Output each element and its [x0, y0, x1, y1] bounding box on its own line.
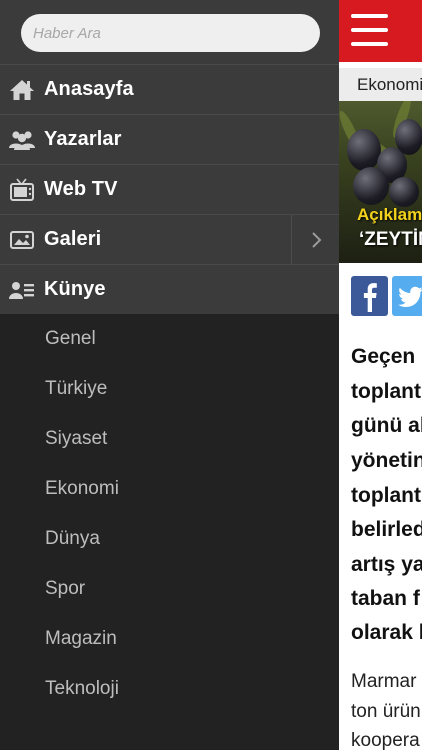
submenu-item-genel[interactable]: Genel	[0, 314, 339, 364]
headline-line: belirled	[351, 518, 422, 541]
submenu-item-label: Teknoloji	[45, 678, 119, 699]
twitter-icon	[398, 286, 422, 307]
submenu-item-siyaset[interactable]: Siyaset	[0, 414, 339, 464]
navigation-drawer: Anasayfa Yazarlar Web TV Galeri Künye Ge…	[0, 0, 339, 750]
facebook-icon	[363, 283, 377, 312]
home-icon	[0, 78, 44, 102]
search-bar	[0, 0, 339, 64]
submenu-item-magazin[interactable]: Magazin	[0, 614, 339, 664]
expand-galeri-button[interactable]	[291, 215, 339, 264]
submenu-item-turkiye[interactable]: Türkiye	[0, 364, 339, 414]
submenu-item-label: Dünya	[45, 528, 100, 549]
app-header	[339, 0, 422, 62]
menu-item-web-tv[interactable]: Web TV	[0, 164, 339, 214]
hero-caption-1: Açıklam	[357, 205, 422, 224]
headline-line: Geçen h	[351, 345, 422, 368]
menu-item-galeri[interactable]: Galeri	[0, 214, 339, 264]
category-bar[interactable]: Ekonomi	[339, 68, 422, 102]
hamburger-menu-icon[interactable]	[351, 14, 388, 46]
menu-item-kunye[interactable]: Künye	[0, 264, 339, 314]
body-line: Marmar	[351, 671, 417, 692]
article-content: Ekonomi Açıklam ‘ZEYTİN Geçen h toplant …	[339, 0, 422, 750]
menu-item-yazarlar[interactable]: Yazarlar	[0, 114, 339, 164]
submenu-item-label: Spor	[45, 578, 86, 599]
headline-line: yönetin	[351, 449, 422, 472]
headline-line: toplant	[351, 380, 421, 403]
search-input[interactable]	[21, 14, 320, 52]
headline-line: toplant	[351, 484, 421, 507]
headline-line: olarak b	[351, 621, 422, 644]
submenu-item-dunya[interactable]: Dünya	[0, 514, 339, 564]
submenu-item-label: Türkiye	[45, 378, 108, 399]
hero-caption-2: ‘ZEYTİN	[359, 229, 422, 250]
menu-item-label: Yazarlar	[44, 128, 122, 150]
contact-card-icon	[0, 279, 44, 301]
submenu-item-label: Magazin	[45, 628, 117, 649]
article-hero-image[interactable]: Açıklam ‘ZEYTİN	[339, 101, 422, 263]
gallery-icon	[0, 229, 44, 251]
category-label: Ekonomi	[357, 75, 422, 94]
facebook-share-button[interactable]	[351, 276, 388, 316]
headline-line: günü al	[351, 414, 422, 437]
submenu-item-label: Ekonomi	[45, 478, 119, 499]
menu-item-label: Web TV	[44, 178, 118, 200]
chevron-right-icon	[311, 231, 321, 248]
submenu-item-label: Genel	[45, 328, 96, 349]
twitter-share-button[interactable]	[392, 276, 422, 316]
submenu-item-spor[interactable]: Spor	[0, 564, 339, 614]
submenu-item-label: Siyaset	[45, 428, 108, 449]
menu-item-label: Galeri	[44, 228, 102, 250]
submenu-item-teknoloji[interactable]: Teknoloji	[0, 664, 339, 714]
menu-item-label: Anasayfa	[44, 78, 134, 100]
menu-item-anasayfa[interactable]: Anasayfa	[0, 64, 339, 114]
body-line: ton ürün	[351, 701, 421, 722]
body-line: koopera	[351, 730, 420, 750]
tv-icon	[0, 178, 44, 202]
headline-line: artış ya	[351, 553, 422, 576]
users-icon	[0, 129, 44, 151]
headline-line: taban f	[351, 587, 420, 610]
menu-item-label: Künye	[44, 278, 106, 300]
submenu-item-ekonomi[interactable]: Ekonomi	[0, 464, 339, 514]
